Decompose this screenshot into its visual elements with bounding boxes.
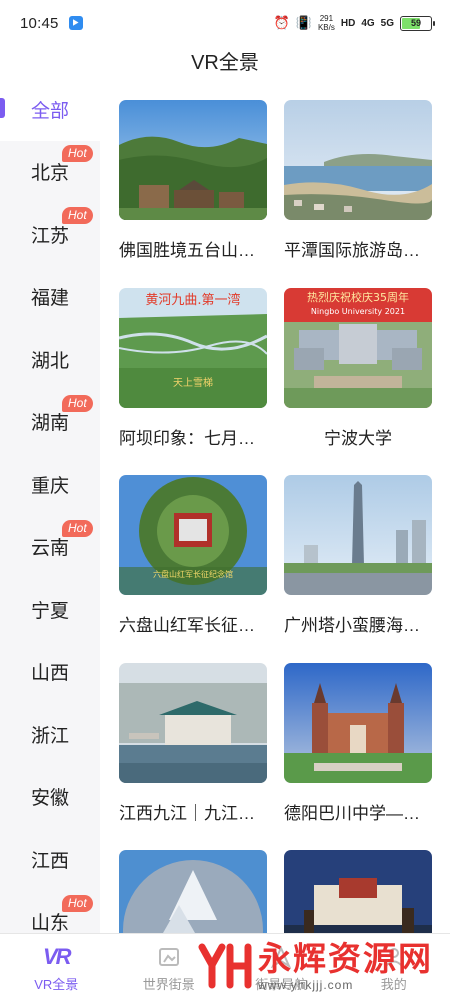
sidebar-item-label: 全部 — [31, 100, 70, 122]
card-image-pingtan — [284, 100, 432, 220]
sidebar-item[interactable]: 湖北 — [0, 328, 100, 391]
sidebar-item[interactable]: 湖南 Hot — [0, 391, 100, 454]
vr-card[interactable]: 江西九江｜九江… — [119, 663, 267, 838]
vr-card[interactable]: 佛国胜境五台山… — [119, 100, 267, 275]
card-image-liupanshan: 六盘山红军长征纪念馆 — [119, 475, 267, 595]
watermark-text: 永辉资源网 www.yhkjjj.com — [258, 940, 433, 992]
sidebar-item-label: 福建 — [31, 288, 70, 310]
card-image-potala-palace — [284, 850, 432, 933]
card-image-text-2: 天上雪梯 — [173, 376, 213, 389]
sidebar-item-label: 安徽 — [31, 788, 70, 810]
battery-icon: 59 — [400, 15, 435, 31]
card-image-wutai — [119, 100, 267, 220]
sidebar-item-label: 重庆 — [31, 475, 70, 497]
card-image-text: 黄河九曲.第一湾 — [145, 292, 240, 308]
status-bar: 10:45 ⏰ 📳 291 KB/s HD 4G 5G 59 — [0, 0, 450, 46]
sidebar-item[interactable]: 福建 — [0, 266, 100, 329]
sidebar-item[interactable]: 江苏 Hot — [0, 203, 100, 266]
hot-badge: Hot — [62, 394, 93, 412]
card-image-canton-tower — [284, 475, 432, 595]
watermark-logo-icon — [198, 943, 252, 989]
sidebar-item[interactable]: 江西 — [0, 828, 100, 891]
tab-vr-panorama[interactable]: VR VR全景 — [0, 934, 113, 1003]
watermark-name: 永辉资源网 — [258, 940, 433, 977]
card-image-text-2: Ningbo University 2021 — [311, 307, 405, 316]
sidebar-item-label: 山西 — [31, 663, 70, 685]
vr-card[interactable]: 广州塔小蛮腰海… — [284, 475, 432, 650]
sidebar-item[interactable]: 重庆 — [0, 453, 100, 516]
status-time: 10:45 — [20, 14, 59, 32]
sidebar-item[interactable]: 安徽 — [0, 766, 100, 829]
sidebar-item-label: 江苏 — [31, 225, 70, 247]
card-title: 江西九江｜九江… — [119, 804, 255, 823]
sidebar-item-label: 宁夏 — [31, 600, 70, 622]
vr-icon: VR — [42, 944, 72, 969]
sidebar-item[interactable]: 全部 — [0, 78, 100, 141]
vr-card[interactable] — [284, 850, 432, 933]
sidebar-item[interactable]: 云南 Hot — [0, 516, 100, 579]
card-title: 阿坝印象：七月… — [119, 429, 255, 448]
vr-card[interactable] — [119, 850, 267, 933]
hd-indicator: HD — [340, 17, 356, 29]
sidebar-item-label: 北京 — [31, 163, 70, 185]
region-sidebar: 全部 北京 Hot 江苏 Hot 福建 湖北 湖南 Hot 重庆 云南 Hot 宁夏 山西 浙江 安徽 江西 山东… — [0, 78, 100, 933]
sidebar-item-label: 浙江 — [31, 725, 70, 747]
network-speed: 291 KB/s — [318, 14, 335, 32]
sidebar-item[interactable]: 山西 — [0, 641, 100, 704]
active-indicator — [0, 98, 5, 118]
map-icon — [156, 944, 182, 970]
card-image-jiujiang — [119, 663, 267, 783]
app-notification-icon — [68, 16, 83, 30]
card-image-snow-mountain — [119, 850, 267, 933]
tab-label: VR全景 — [34, 977, 79, 992]
sidebar-item-label: 湖南 — [31, 413, 70, 435]
status-icons: ⏰ 📳 291 KB/s HD 4G 5G 59 — [273, 14, 435, 32]
tab-label: 世界街景 — [142, 977, 195, 992]
sidebar-item[interactable]: 北京 Hot — [0, 141, 100, 204]
sidebar-item[interactable]: 浙江 — [0, 703, 100, 766]
card-image-deyang-school — [284, 663, 432, 783]
network-speed-value: 291 — [319, 14, 334, 23]
watermark-url: www.yhkjjj.com — [258, 978, 354, 992]
card-title: 宁波大学 — [324, 429, 392, 448]
card-title: 佛国胜境五台山… — [119, 241, 255, 260]
hot-badge: Hot — [62, 519, 93, 537]
card-title: 广州塔小蛮腰海… — [284, 616, 420, 635]
card-image-aba: 黄河九曲.第一湾 天上雪梯 — [119, 288, 267, 408]
hot-badge: Hot — [62, 207, 93, 224]
hot-badge: Hot — [62, 894, 93, 912]
card-image-text: 六盘山红军长征纪念馆 — [153, 569, 233, 579]
sidebar-item-label: 江西 — [31, 850, 70, 872]
vibrate-icon: 📳 — [295, 15, 312, 30]
page-title: VR全景 — [191, 52, 259, 74]
network-4g-indicator: 4G — [361, 17, 375, 29]
vr-card[interactable]: 热烈庆祝校庆35周年 Ningbo University 2021 宁波大学 — [284, 288, 432, 463]
sidebar-item-label: 湖北 — [31, 350, 70, 372]
vr-card[interactable]: 德阳巴川中学—… — [284, 663, 432, 838]
card-title: 德阳巴川中学—… — [284, 804, 420, 823]
network-speed-unit: KB/s — [317, 23, 335, 32]
watermark: 永辉资源网 www.yhkjjj.com — [198, 940, 433, 992]
network-5g-indicator: 5G — [380, 17, 394, 29]
battery-level: 59 — [410, 18, 421, 28]
card-title: 平潭国际旅游岛… — [284, 241, 420, 260]
sidebar-item-label: 云南 — [31, 538, 70, 560]
card-title: 六盘山红军长征… — [119, 616, 255, 635]
alarm-icon: ⏰ — [273, 15, 290, 30]
card-image-text: 热烈庆祝校庆35周年 — [307, 290, 409, 304]
vr-card[interactable]: 平潭国际旅游岛… — [284, 100, 432, 275]
sidebar-item-label: 山东 — [31, 913, 70, 933]
hot-badge: Hot — [62, 144, 93, 162]
vr-card[interactable]: 黄河九曲.第一湾 天上雪梯 阿坝印象：七月… — [119, 288, 267, 463]
card-image-ningbo-university: 热烈庆祝校庆35周年 Ningbo University 2021 — [284, 288, 432, 408]
vr-card-grid: 佛国胜境五台山… 平潭国际旅游岛… 黄河九曲.第一湾 天上雪梯 阿坝印象：七月…… — [100, 78, 450, 933]
sidebar-item[interactable]: 山东 Hot — [0, 891, 100, 933]
sidebar-item[interactable]: 宁夏 — [0, 578, 100, 641]
vr-card[interactable]: 六盘山红军长征纪念馆 六盘山红军长征… — [119, 475, 267, 650]
